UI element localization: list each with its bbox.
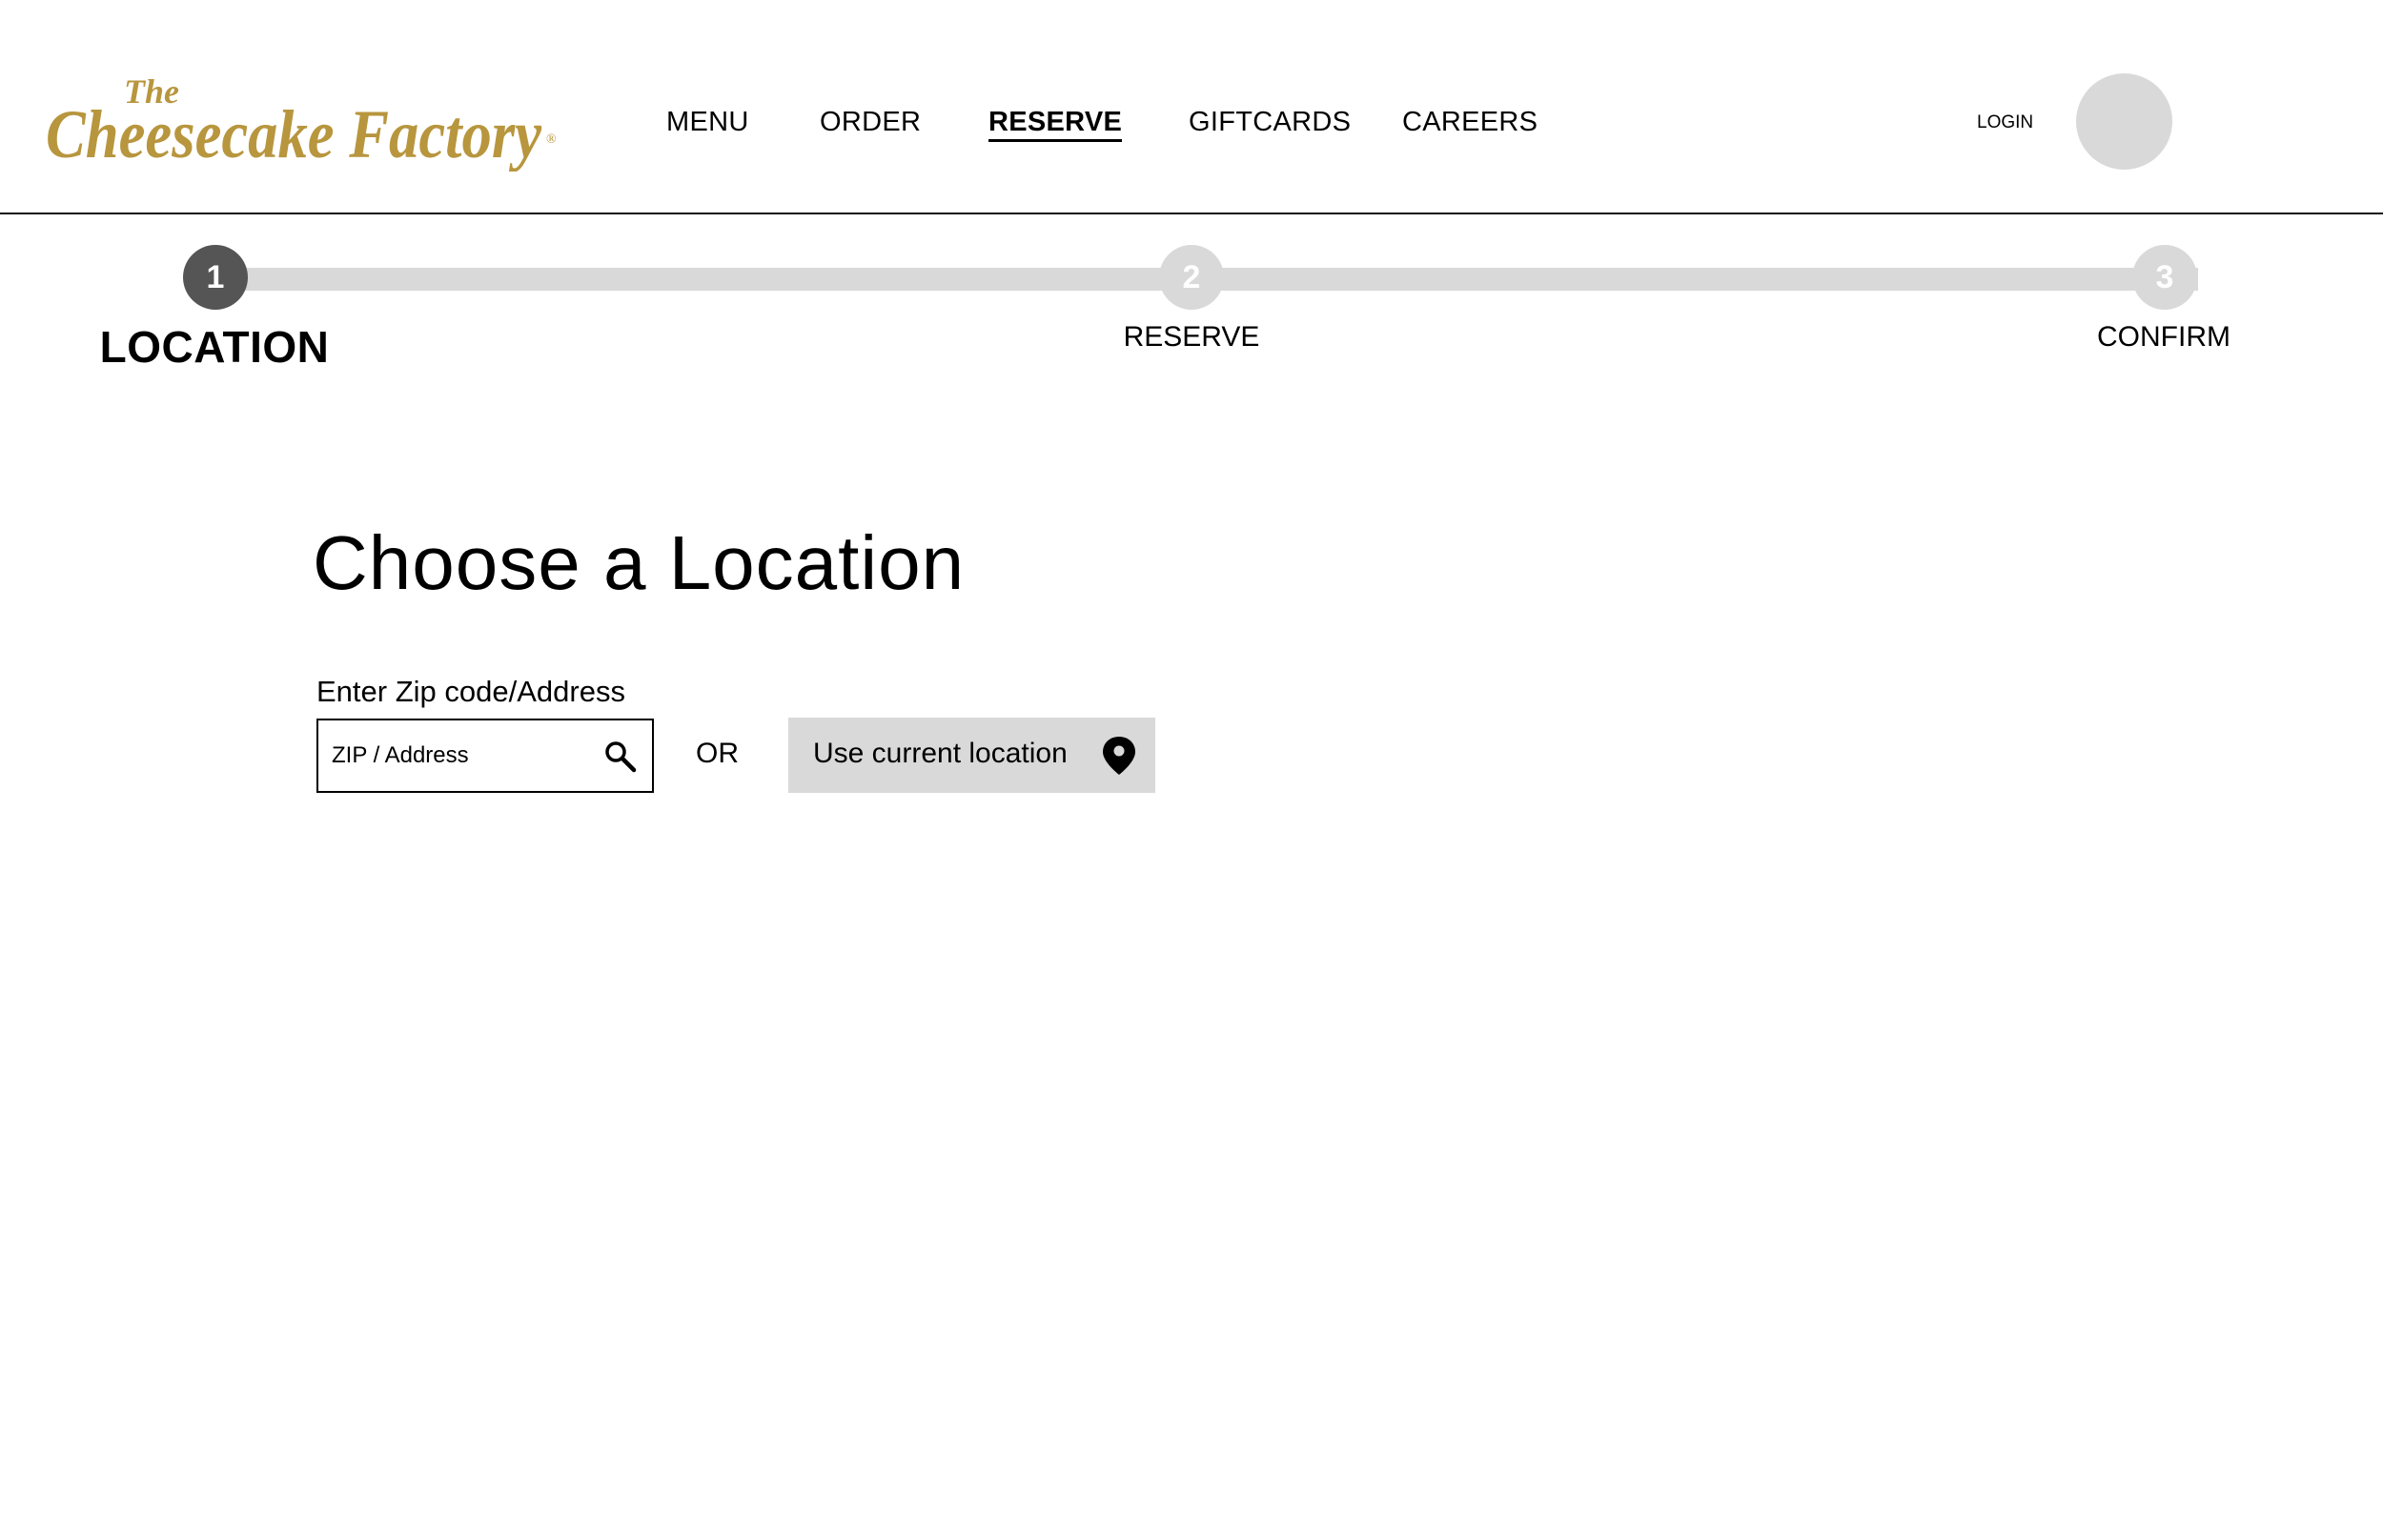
search-icon-graphic	[605, 741, 637, 773]
map-pin-icon	[1100, 735, 1138, 777]
nav-item-order[interactable]: ORDER	[820, 103, 921, 141]
nav-item-reserve-label: RESERVE	[988, 107, 1123, 142]
search-box	[316, 719, 654, 793]
main-nav: MENU ORDER RESERVE GIFTCARDS CAREERS	[0, 0, 1620, 214]
reservation-page: The Cheesecake Factory ® MENU ORDER RESE…	[0, 0, 2383, 1540]
avatar[interactable]	[2076, 73, 2172, 170]
use-current-location-button[interactable]: Use current location	[788, 718, 1155, 793]
step-3-circle: 3	[2132, 245, 2197, 310]
nav-item-order-label: ORDER	[820, 107, 922, 137]
nav-item-careers[interactable]: CAREERS	[1402, 103, 1538, 141]
search-icon[interactable]	[602, 739, 639, 775]
nav-item-giftcards-label: GIFTCARDS	[1189, 107, 1352, 137]
map-pin-icon-graphic	[1103, 737, 1135, 775]
nav-item-reserve[interactable]: RESERVE	[988, 103, 1123, 142]
login-link[interactable]: LOGIN	[1977, 109, 2033, 137]
site-header: The Cheesecake Factory ® MENU ORDER RESE…	[0, 0, 2383, 214]
step-2-circle: 2	[1159, 245, 1224, 310]
step-2-label: RESERVE	[1123, 321, 1260, 353]
step-1-label: LOCATION	[99, 322, 330, 372]
step-3-label: CONFIRM	[2097, 321, 2230, 353]
search-input[interactable]	[332, 720, 589, 791]
search-field-label: Enter Zip code/Address	[316, 675, 625, 708]
page-title: Choose a Location	[313, 520, 966, 605]
progress-stepper: 1 2 3 LOCATION RESERVE CONFIRM	[0, 214, 2383, 395]
step-1-circle: 1	[183, 245, 248, 310]
nav-item-menu-label: MENU	[666, 107, 749, 137]
nav-item-menu[interactable]: MENU	[666, 103, 749, 141]
nav-item-giftcards[interactable]: GIFTCARDS	[1189, 103, 1351, 141]
or-divider-text: OR	[696, 738, 739, 769]
nav-item-careers-label: CAREERS	[1402, 107, 1538, 137]
use-current-location-label: Use current location	[813, 738, 1068, 769]
